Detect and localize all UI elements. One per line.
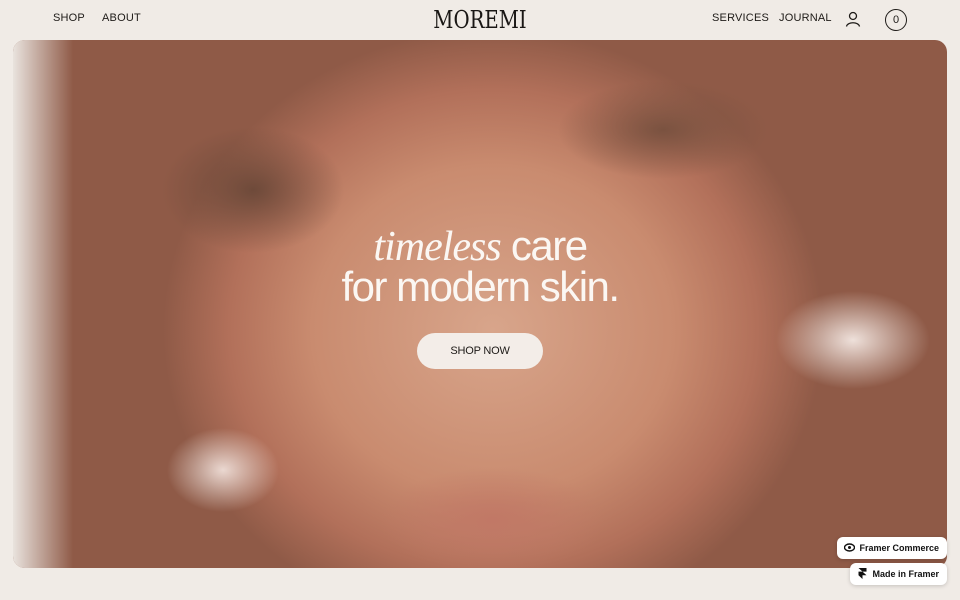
cart-button[interactable]: 0	[885, 9, 907, 31]
nav-link-journal[interactable]: JOURNAL	[779, 12, 832, 24]
framer-logo-icon	[858, 568, 867, 579]
top-nav: SHOP ABOUT MOREMI SERVICES JOURNAL 0	[0, 0, 960, 40]
hero-banner: timeless care for modern skin. SHOP NOW	[13, 40, 947, 568]
framer-commerce-badge[interactable]: Framer Commerce	[837, 537, 947, 559]
made-in-framer-badge[interactable]: Made in Framer	[850, 563, 947, 585]
made-in-framer-label: Made in Framer	[872, 569, 939, 579]
framer-commerce-label: Framer Commerce	[859, 543, 939, 553]
nav-link-shop[interactable]: SHOP	[53, 12, 85, 24]
hero-title: timeless care for modern skin.	[13, 225, 947, 310]
hero-title-rest: care	[500, 222, 588, 269]
nav-link-services[interactable]: SERVICES	[712, 12, 769, 24]
user-icon[interactable]	[845, 11, 861, 27]
shop-now-button[interactable]: SHOP NOW	[417, 333, 543, 369]
hero-title-line2: for modern skin.	[341, 263, 620, 310]
framer-commerce-icon	[844, 543, 856, 552]
